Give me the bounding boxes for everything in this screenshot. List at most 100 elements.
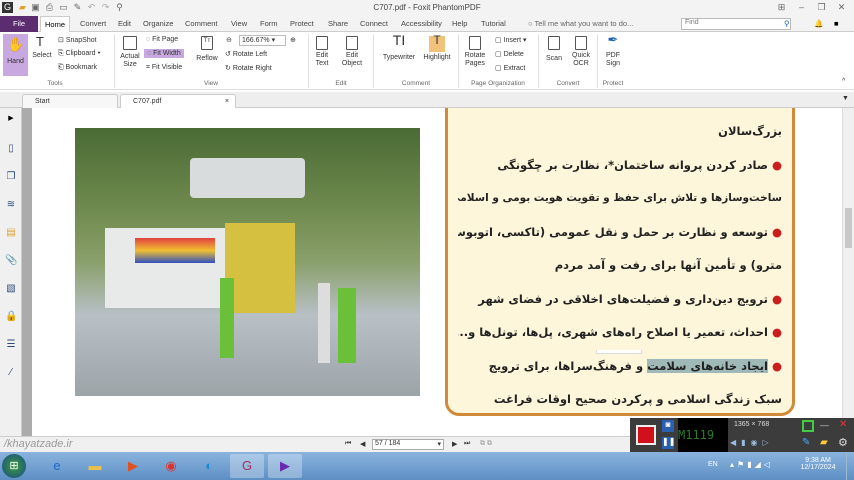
- tab-connect[interactable]: Connect: [356, 16, 392, 32]
- rotate-left-button[interactable]: ↺ Rotate Left: [225, 50, 267, 58]
- close-recorder-icon[interactable]: ✕: [839, 419, 847, 430]
- vertical-scrollbar[interactable]: [842, 108, 854, 436]
- zoom-select[interactable]: 166.67% ▾: [239, 35, 286, 46]
- note-icon[interactable]: ▯: [626, 350, 630, 351]
- truck-stripes: [135, 238, 215, 263]
- language-indicator[interactable]: EN: [708, 461, 718, 468]
- internet-explorer-icon[interactable]: e: [40, 454, 74, 478]
- tab-share[interactable]: Share: [324, 16, 352, 32]
- next-page-button[interactable]: ▶: [452, 440, 457, 448]
- highlight-icon[interactable]: ▣: [616, 350, 624, 351]
- file-explorer-icon[interactable]: ▬: [78, 454, 112, 478]
- panel-splitter[interactable]: [22, 108, 32, 436]
- fit-page-button[interactable]: ◌ Fit Page: [146, 36, 178, 43]
- pen-icon[interactable]: ✎: [802, 437, 810, 448]
- actual-size-button[interactable]: Actual Size: [116, 36, 144, 69]
- recorder-options[interactable]: ◀▮◉▷: [730, 438, 774, 447]
- tab-form[interactable]: Form: [256, 16, 282, 32]
- tab-protect[interactable]: Protect: [286, 16, 318, 32]
- collapse-ribbon-icon[interactable]: ^: [842, 78, 845, 85]
- close-button[interactable]: ✕: [836, 2, 847, 13]
- minimize-recorder-icon[interactable]: —: [820, 420, 829, 430]
- minimize-button[interactable]: –: [796, 2, 807, 13]
- recorder-taskbar-icon[interactable]: ▶: [268, 454, 302, 478]
- close-tab-icon[interactable]: ×: [225, 95, 229, 108]
- tab-c707[interactable]: C707.pdf ×: [120, 94, 236, 108]
- tab-edit[interactable]: Edit: [114, 16, 135, 32]
- quick-ocr-button[interactable]: Quick OCR: [568, 36, 594, 68]
- attachments-panel-icon[interactable]: 📎: [5, 255, 17, 267]
- page-number-input[interactable]: 57 / 184 ▾: [372, 439, 444, 450]
- restore-layout-icon[interactable]: ⊞: [776, 2, 787, 13]
- zoom-in-icon[interactable]: ⊕: [290, 36, 296, 44]
- signature-panel-icon[interactable]: ▧: [5, 283, 17, 295]
- tell-me-search[interactable]: ○ Tell me what you want to do...: [524, 16, 637, 32]
- scrollbar-thumb[interactable]: [845, 208, 852, 248]
- search-icon[interactable]: ⚲: [780, 16, 794, 32]
- layers-panel-icon[interactable]: ≋: [5, 199, 17, 211]
- tab-tutorial[interactable]: Tutorial: [477, 16, 510, 32]
- start-button[interactable]: ⊞: [2, 454, 26, 478]
- rotate-right-button[interactable]: ↻ Rotate Right: [225, 64, 272, 72]
- form-panel-icon[interactable]: ☰: [5, 339, 17, 351]
- region-icon[interactable]: [802, 420, 814, 432]
- tab-start[interactable]: Start: [22, 94, 118, 108]
- snapshot-button[interactable]: ⊡ SnapShot: [58, 36, 97, 44]
- selected-text[interactable]: ایجاد خانه‌های سلامت: [647, 358, 768, 373]
- settings-gear-icon[interactable]: ⚙: [838, 436, 848, 449]
- scan-button[interactable]: Scan: [542, 36, 566, 63]
- previous-page-button[interactable]: ◀: [360, 440, 365, 448]
- first-page-button[interactable]: ⏮: [345, 440, 351, 448]
- zoom-out-icon[interactable]: ⊖: [226, 36, 232, 44]
- edge-icon[interactable]: ◐: [192, 454, 226, 478]
- delete-button[interactable]: ▢ Delete: [495, 50, 524, 58]
- bell-icon[interactable]: 🔔: [810, 16, 827, 32]
- pages-panel-icon[interactable]: ❐: [5, 171, 17, 183]
- typewriter-button[interactable]: TI Typewriter: [378, 33, 420, 62]
- tab-list-icon[interactable]: ▼: [842, 95, 849, 102]
- bookmark-panel-icon[interactable]: ▯: [5, 143, 17, 155]
- foxit-taskbar-icon[interactable]: G: [230, 454, 264, 478]
- tab-accessibility[interactable]: Accessibility: [397, 16, 446, 32]
- extract-button[interactable]: ▢ Extract: [495, 64, 525, 72]
- fit-visible-button[interactable]: ⌗ Fit Visible: [146, 64, 182, 72]
- copy-icon[interactable]: ⎘: [607, 350, 613, 351]
- tab-help[interactable]: Help: [448, 16, 471, 32]
- tab-organize[interactable]: Organize: [139, 16, 177, 32]
- tab-home[interactable]: Home: [40, 16, 71, 32]
- find-input[interactable]: Find: [681, 18, 791, 30]
- tab-file[interactable]: File: [0, 16, 38, 32]
- tab-convert[interactable]: Convert: [76, 16, 110, 32]
- fit-width-button[interactable]: ◌ Fit Width: [144, 49, 184, 58]
- show-desktop-button[interactable]: [846, 452, 854, 480]
- tray-icons[interactable]: ▴⚑▮◢◁: [730, 460, 773, 469]
- view-mode-icon[interactable]: ⧉ ⧉: [480, 440, 492, 448]
- edit-text-button[interactable]: Edit Text: [311, 36, 333, 68]
- expand-panel-icon[interactable]: ▶: [5, 113, 17, 125]
- clock[interactable]: 9:38 AM 12/17/2024: [796, 457, 840, 471]
- tab-comment[interactable]: Comment: [181, 16, 222, 32]
- clipboard-button[interactable]: ⎘ Clipboard ▾: [58, 50, 100, 58]
- stop-record-button[interactable]: [636, 425, 656, 445]
- user-icon[interactable]: ■: [830, 16, 843, 32]
- highlight-button[interactable]: T Highlight: [421, 34, 453, 62]
- maximize-button[interactable]: ❐: [816, 2, 827, 13]
- chrome-icon[interactable]: ◉: [154, 454, 188, 478]
- tags-panel-icon[interactable]: ⁄: [5, 367, 17, 379]
- pdf-sign-button[interactable]: ✒ PDF Sign: [600, 33, 626, 68]
- tab-view[interactable]: View: [227, 16, 251, 32]
- actual-size-icon: [123, 36, 137, 50]
- edit-object-button[interactable]: Edit Object: [336, 36, 368, 68]
- insert-button[interactable]: ▢ Insert ▾: [495, 36, 527, 44]
- rotate-pages-button[interactable]: Rotate Pages: [461, 36, 489, 68]
- media-player-icon[interactable]: ▶: [116, 454, 150, 478]
- folder-icon[interactable]: ▰: [820, 437, 828, 448]
- last-page-button[interactable]: ⏭: [464, 440, 470, 448]
- reflow-button[interactable]: Tт Reflow: [194, 36, 220, 63]
- camera-icon[interactable]: ◙: [662, 420, 674, 432]
- bookmark-button[interactable]: ⎗ Bookmark: [58, 64, 97, 72]
- pause-button[interactable]: ❚❚: [662, 437, 675, 449]
- divider: [308, 34, 309, 88]
- comments-panel-icon[interactable]: ▤: [5, 227, 17, 239]
- security-lock-icon[interactable]: 🔒: [5, 311, 17, 323]
